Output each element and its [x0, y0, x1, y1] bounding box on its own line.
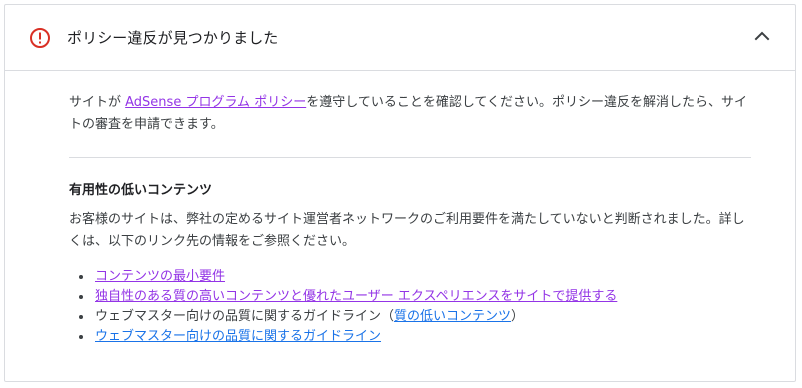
- collapse-button[interactable]: [749, 25, 775, 51]
- webmaster-quality-guidelines-link[interactable]: ウェブマスター向けの品質に関するガイドライン: [95, 329, 381, 344]
- exclamation-circle-icon: [29, 27, 51, 49]
- chevron-up-icon: [752, 26, 772, 50]
- bullet-icon: [79, 335, 83, 339]
- bullet-icon: [79, 275, 83, 279]
- list-item: 独自性のある質の高いコンテンツと優れたユーザー エクスペリエンスをサイトで提供す…: [79, 287, 751, 307]
- webmaster-guidelines-prefix: ウェブマスター向けの品質に関するガイドライン（: [95, 309, 395, 324]
- intro-text: サイトが AdSense プログラム ポリシーを遵守していることを確認してくださ…: [69, 71, 751, 158]
- list-item: ウェブマスター向けの品質に関するガイドライン（質の低いコンテンツ）: [79, 307, 751, 327]
- minimum-content-requirements-link[interactable]: コンテンツの最小要件: [95, 269, 225, 284]
- webmaster-guidelines-suffix: ）: [511, 309, 525, 324]
- list-item: コンテンツの最小要件: [79, 267, 751, 287]
- bullet-icon: [79, 315, 83, 319]
- original-quality-content-link[interactable]: 独自性のある質の高いコンテンツと優れたユーザー エクスペリエンスをサイトで提供す…: [95, 289, 617, 304]
- header-title: ポリシー違反が見つかりました: [67, 29, 279, 47]
- policy-violation-card: ポリシー違反が見つかりました サイトが AdSense プログラム ポリシーを遵…: [4, 4, 796, 382]
- card-header[interactable]: ポリシー違反が見つかりました: [5, 5, 795, 71]
- low-quality-content-link[interactable]: 質の低いコンテンツ: [394, 309, 511, 324]
- section-title: 有用性の低いコンテンツ: [69, 183, 213, 198]
- adsense-policy-link[interactable]: AdSense プログラム ポリシー: [125, 95, 306, 110]
- resource-links-list: コンテンツの最小要件 独自性のある質の高いコンテンツと優れたユーザー エクスペリ…: [69, 253, 751, 347]
- bullet-icon: [79, 295, 83, 299]
- card-body: サイトが AdSense プログラム ポリシーを遵守していることを確認してくださ…: [5, 71, 795, 347]
- intro-prefix: サイトが: [69, 95, 126, 110]
- section-description: お客様のサイトは、弊社の定めるサイト運営者ネットワークのご利用要件を満たしていな…: [69, 212, 745, 249]
- list-item: ウェブマスター向けの品質に関するガイドライン: [79, 327, 751, 347]
